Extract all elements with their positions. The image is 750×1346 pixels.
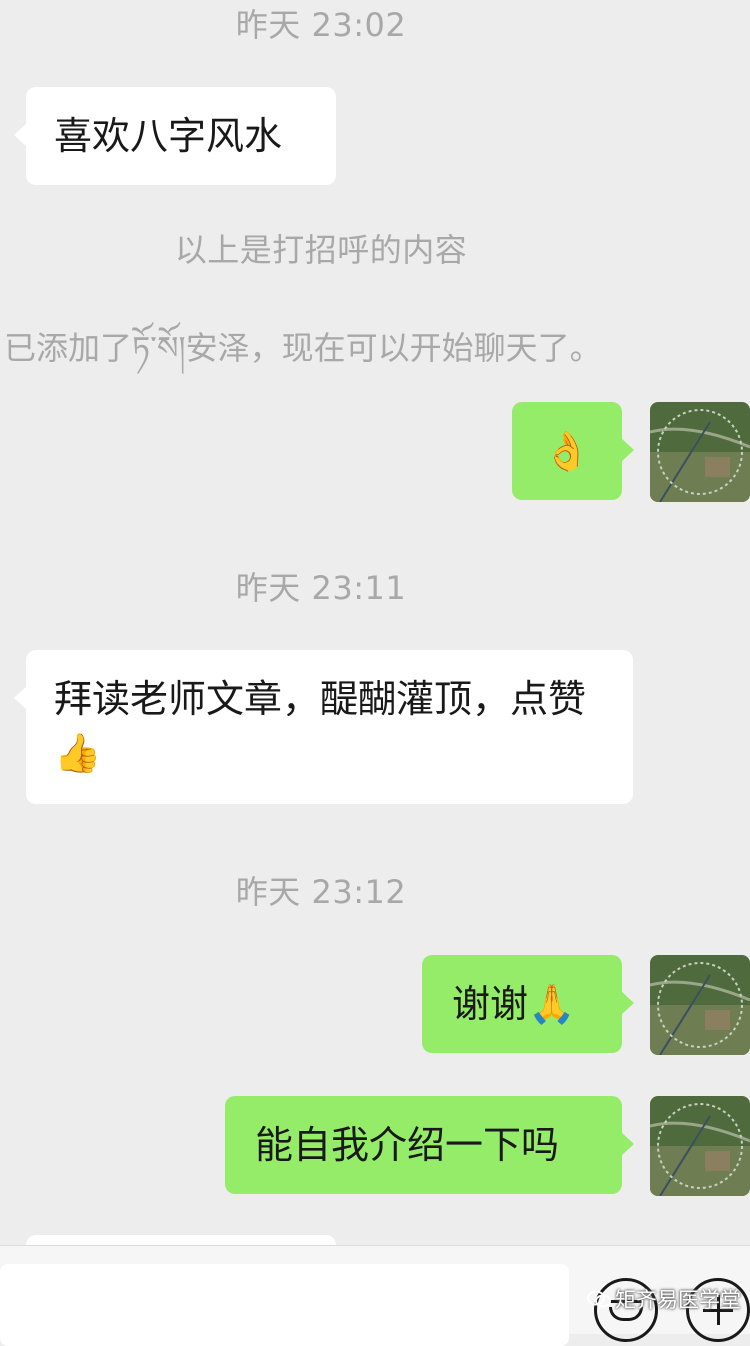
incoming-message[interactable]: 拜读老师文章，醍醐灌顶，点赞👍 [14,650,633,804]
avatar-icon [650,402,750,502]
avatar[interactable] [650,402,750,502]
incoming-message-partial[interactable] [26,1235,336,1245]
message-text: 👌 [543,429,591,473]
outgoing-message[interactable]: 👌 [512,402,634,500]
watermark-text: 矩齐易医学堂 [615,1288,741,1312]
watermark: 矩齐易医学堂 [586,1284,741,1314]
outgoing-message[interactable]: 谢谢🙏 [422,955,634,1053]
system-notice-added: 已添加了ཏོ་སོ།安泽，现在可以开始聊天了。 [4,329,602,367]
wechat-official-account-icon [587,1290,611,1308]
system-notice-greeting: 以上是打招呼的内容 [174,231,468,269]
message-text: 拜读老师文章，醍醐灌顶，点赞👍 [54,677,587,775]
timestamp: 昨天 23:12 [235,873,407,911]
avatar-icon [650,1096,750,1196]
avatar[interactable] [650,955,750,1055]
timestamp: 昨天 23:02 [235,6,407,44]
timestamp: 昨天 23:11 [235,569,407,607]
avatar-icon [650,955,750,1055]
incoming-message[interactable]: 喜欢八字风水 [14,87,336,185]
message-text: 喜欢八字风水 [54,114,283,158]
message-text: 谢谢🙏 [452,982,576,1026]
message-text: 能自我介绍一下吗 [255,1123,560,1167]
avatar[interactable] [650,1096,750,1196]
chat-area[interactable]: 昨天 23:02 喜欢八字风水 以上是打招呼的内容 已添加了ཏོ་སོ།安泽，现… [0,0,750,1245]
outgoing-message[interactable]: 能自我介绍一下吗 [225,1096,634,1194]
